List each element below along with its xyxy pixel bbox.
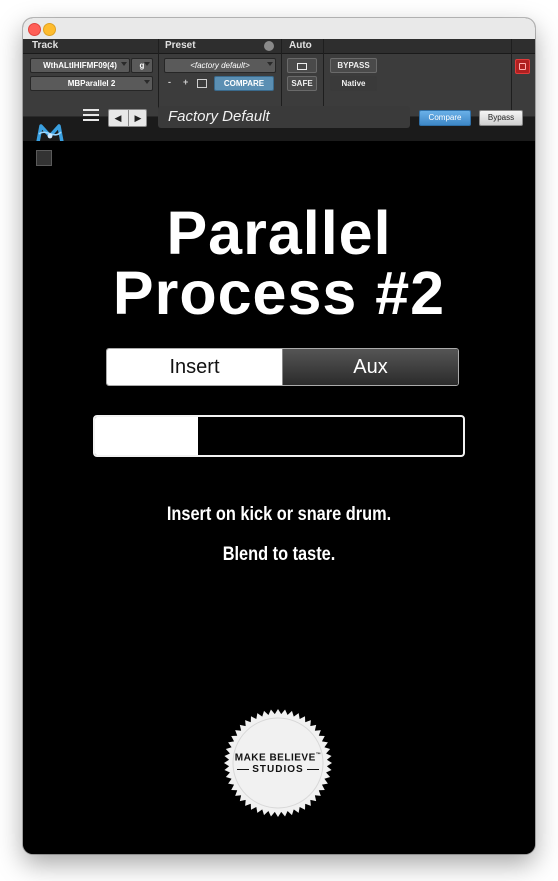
- mode-switch: Insert Aux: [106, 348, 459, 386]
- settings-square-icon[interactable]: [36, 150, 52, 166]
- header-divider: [511, 39, 512, 116]
- copy-settings-icon[interactable]: [197, 79, 207, 88]
- brand-rule-right: [306, 768, 319, 770]
- menu-icon[interactable]: [83, 109, 99, 122]
- track-header-label: Track: [32, 40, 59, 51]
- brand-rule-left: [237, 768, 250, 770]
- next-preset-arrow-button[interactable]: ▶: [128, 110, 146, 126]
- mode-insert-button[interactable]: Insert: [107, 349, 282, 385]
- track-selector[interactable]: WthALtIHIFMF09(4): [30, 58, 130, 73]
- preset-selector[interactable]: <factory default>: [164, 58, 276, 73]
- bypass-button[interactable]: Bypass: [479, 110, 523, 126]
- track-group-selector[interactable]: g: [131, 58, 153, 73]
- plugin-content: Parallel Process #2 Insert Aux Insert on…: [23, 141, 535, 854]
- brand-studios: STUDIOS: [252, 764, 304, 775]
- native-label: Native: [330, 76, 377, 91]
- previous-preset-arrow-button[interactable]: ◀: [109, 110, 127, 126]
- next-preset-button[interactable]: +: [183, 76, 188, 89]
- header-divider: [158, 39, 159, 116]
- instruction-line-1: Insert on kick or snare drum.: [166, 504, 392, 525]
- plugin-title-line2: Process #2: [112, 259, 446, 327]
- mode-aux-button[interactable]: Aux: [282, 349, 458, 385]
- pt-bypass-button[interactable]: BYPASS: [330, 58, 377, 73]
- close-window-button[interactable]: [28, 23, 41, 36]
- safe-button[interactable]: SAFE: [287, 76, 317, 91]
- previous-preset-button[interactable]: -: [168, 76, 171, 89]
- blend-slider[interactable]: [93, 415, 465, 457]
- plugin-window: Track Preset Auto WthALtIHIFMF09(4) g MB…: [23, 18, 535, 854]
- preset-name-display[interactable]: Factory Default: [158, 106, 410, 128]
- insert-selector[interactable]: MBParallel 2: [30, 76, 153, 91]
- preset-header-label: Preset: [165, 40, 196, 51]
- brand-line-2: STUDIOS: [224, 764, 332, 775]
- instruction-line-2: Blend to taste.: [222, 544, 336, 565]
- compare-button[interactable]: Compare: [419, 110, 471, 126]
- plugin-title-line1: Parallel: [166, 199, 392, 267]
- automation-icon: [297, 63, 307, 70]
- pro-tools-header: Track Preset Auto WthALtIHIFMF09(4) g MB…: [23, 39, 535, 116]
- brand-line-1: MAKE BELIEVE™: [224, 752, 332, 763]
- auto-header-label: Auto: [289, 40, 312, 51]
- blend-slider-fill: [95, 417, 198, 455]
- brand-name: MAKE BELIEVE: [234, 752, 316, 764]
- header-divider: [323, 39, 324, 116]
- window-titlebar: [23, 18, 535, 40]
- trademark-symbol: ™: [315, 752, 322, 758]
- header-labels-row: Track Preset Auto: [23, 39, 535, 54]
- make-believe-studios-seal: MAKE BELIEVE™ STUDIOS: [224, 709, 332, 817]
- pt-compare-button[interactable]: COMPARE: [214, 76, 274, 91]
- header-divider: [281, 39, 282, 116]
- preset-menu-icon[interactable]: [264, 41, 274, 51]
- power-icon[interactable]: [515, 59, 530, 74]
- minimize-window-button[interactable]: [43, 23, 56, 36]
- preset-navigation: ◀ ▶: [108, 109, 147, 127]
- automation-window-button[interactable]: [287, 58, 317, 73]
